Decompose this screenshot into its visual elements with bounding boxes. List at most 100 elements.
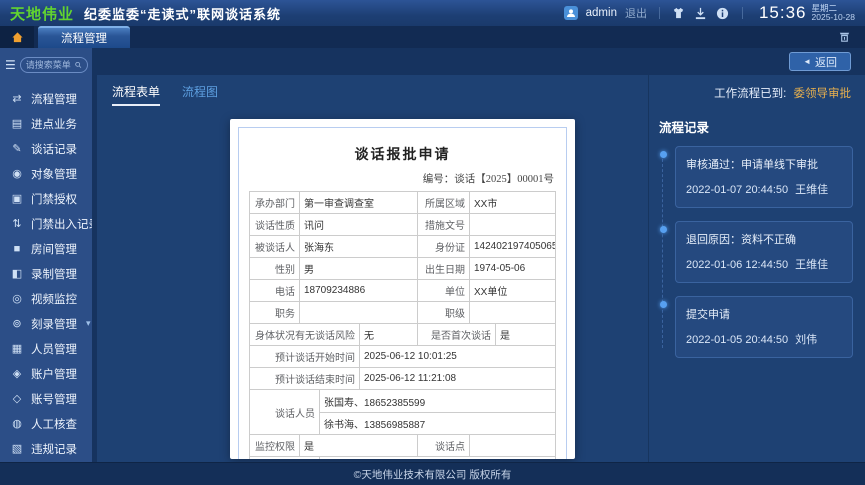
entry-business-icon: ▤ — [10, 117, 24, 130]
form-row — [250, 457, 556, 459]
form-field-value: 张海东 — [300, 236, 418, 258]
form-field-label: 单位 — [418, 280, 470, 302]
form-field-value: 徐书海、13856985887 — [320, 412, 555, 434]
personnel-manage-icon: ▦ — [10, 342, 24, 355]
info-icon[interactable] — [716, 6, 730, 20]
form-field-label: 谈话性质 — [250, 214, 300, 236]
form-row: 被谈话人张海东身份证142402197405065122 — [250, 236, 556, 258]
sidebar-item-account-manage[interactable]: ◈账户管理 — [0, 361, 92, 386]
form-field-value: 男 — [300, 258, 418, 280]
sidebar-item-label: 流程管理 — [31, 91, 77, 107]
sidebar-item-subject-manage[interactable]: ◉对象管理 — [0, 161, 92, 186]
system-title: 纪委监委“走读式”联网谈话系统 — [84, 4, 281, 23]
sidebar-item-label: 账号管理 — [31, 391, 77, 407]
download-icon[interactable] — [694, 6, 708, 20]
sidebar-item-access-log[interactable]: ⇅门禁出入记录 — [0, 211, 92, 236]
logout-button[interactable]: 退出 — [625, 5, 647, 21]
sidebar-item-label: 刻录管理 — [31, 316, 77, 332]
records-column: 工作流程已到: 委领导审批 流程记录 审核通过：申请单线下审批2022-01-0… — [648, 75, 865, 462]
form-field-value — [470, 435, 556, 457]
header-divider — [742, 7, 743, 19]
form-field-label: 监控权限 — [250, 435, 300, 457]
sidebar-item-violation-record[interactable]: ▧违规记录 — [0, 436, 92, 461]
workflow-status-value: 委领导审批 — [794, 88, 852, 100]
form-field-label: 职级 — [418, 302, 470, 324]
workflow-status-label: 工作流程已到: — [714, 88, 786, 100]
record-text: 提交申请 — [686, 306, 842, 322]
record-meta: 2022-01-06 12:44:50王维佳 — [686, 256, 842, 272]
form-row: 性别男出生日期1974-05-06 — [250, 258, 556, 280]
form-field-value — [320, 457, 556, 459]
form-field-value — [300, 302, 418, 324]
form-field-label: 职务 — [250, 302, 300, 324]
form-field-value: 张国寿、18652385599 — [320, 390, 555, 412]
access-log-icon: ⇅ — [10, 217, 24, 230]
form-field-label: 所属区域 — [418, 192, 470, 214]
back-button[interactable]: ◄ 返回 — [789, 52, 851, 71]
sidebar-item-label: 人员管理 — [31, 341, 77, 357]
sidebar-item-label: 人工核查 — [31, 416, 77, 432]
interview-record-icon: ✎ — [10, 142, 24, 155]
manual-check-icon: ◍ — [10, 417, 24, 430]
record-meta: 2022-01-07 20:44:50 王维佳 — [686, 181, 842, 197]
approval-form-frame: 谈话报批申请 编号：谈话【2025】00001号 承办部门第一审查调查室所属区域… — [238, 127, 567, 459]
form-row: 谈话性质讯问措施文号 — [250, 214, 556, 236]
sidebar-item-workflow[interactable]: ⇄流程管理 — [0, 86, 92, 111]
clock: 15:36 星期二 2025-10-28 — [759, 3, 855, 23]
form-row: 电话18709234886单位XX单位 — [250, 280, 556, 302]
sidebar-item-room-manage[interactable]: ■ 房间管理 — [0, 236, 92, 261]
sidebar-item-username-manage[interactable]: ◇账号管理 — [0, 386, 92, 411]
room-manage-icon: ■ — [10, 243, 24, 255]
clock-time: 15:36 — [759, 3, 807, 23]
record-card: 审核通过：申请单线下审批2022-01-07 20:44:50王维佳 — [675, 146, 853, 208]
sidebar-item-video-monitor[interactable]: ◎视频监控 — [0, 286, 92, 311]
menu-search-box — [20, 57, 88, 73]
recording-manage-icon: ◧ — [10, 267, 24, 280]
sidebar-item-label: 进点业务 — [31, 116, 77, 132]
sidebar-item-personnel-manage[interactable]: ▦ 人员管理 — [0, 336, 92, 361]
form-field-value: 是 — [300, 435, 418, 457]
menu-search-input[interactable] — [26, 60, 73, 70]
form-field-label: 被谈话人 — [250, 236, 300, 258]
form-field-label: 出生日期 — [418, 258, 470, 280]
theme-skin-icon[interactable] — [672, 6, 686, 20]
content-panel: 流程表单 流程图 谈话报批申请 编号：谈话【2025】00001号 承办部门第一… — [97, 75, 865, 462]
form-field-label: 是否首次谈话 — [418, 324, 496, 346]
form-field-value: 张国寿、18652385599徐书海、13856985887 — [320, 390, 556, 435]
record-user: 王维佳 — [795, 184, 828, 196]
back-arrow-icon: ◄ — [803, 57, 811, 66]
sidebar-item-manual-check[interactable]: ◍ 人工核查 — [0, 411, 92, 436]
record-time: 2022-01-07 20:44:50 — [686, 184, 788, 196]
form-field-label: 预计谈话结束时间 — [250, 368, 360, 390]
account-manage-icon: ◈ — [10, 367, 24, 380]
form-field-label: 承办部门 — [250, 192, 300, 214]
sidebar-item-recording-manage[interactable]: ◧录制管理 — [0, 261, 92, 286]
form-field-value: 第一审查调查室 — [300, 192, 418, 214]
sidebar-item-entry-business[interactable]: ▤ 进点业务 — [0, 111, 92, 136]
sidebar-item-interview-record[interactable]: ✎谈话记录 — [0, 136, 92, 161]
collapse-menu-icon[interactable]: ☰ — [5, 59, 16, 71]
sidebar-item-label: 门禁授权 — [31, 191, 77, 207]
main-area: ◄ 返回 流程表单 流程图 谈话报批申请 编号：谈话【2025】00001号 承… — [92, 48, 865, 462]
form-field-value: 142402197405065122 — [470, 236, 556, 258]
form-field-label: 身体状况有无谈话风险 — [250, 324, 360, 346]
sidebar-item-label: 房间管理 — [31, 241, 77, 257]
form-field-value: 1974-05-06 — [470, 258, 556, 280]
tab-process-management[interactable]: 流程管理 — [38, 26, 130, 48]
home-icon[interactable] — [0, 26, 34, 48]
sidebar-item-label: 门禁出入记录 — [31, 216, 100, 232]
violation-record-icon: ▧ — [10, 442, 24, 455]
form-field-value: 2025-06-12 11:21:08 — [360, 368, 556, 390]
record-card: 退回原因：资料不正确 2022-01-06 12:44:50王维佳 — [675, 221, 853, 283]
sidebar-item-disc-burn[interactable]: ⊚刻录管理▾ — [0, 311, 92, 336]
chevron-down-icon: ▾ — [86, 318, 91, 329]
clear-tabs-icon[interactable] — [838, 30, 851, 43]
tab-process-diagram[interactable]: 流程图 — [182, 83, 218, 104]
sidebar-item-label: 视频监控 — [31, 291, 77, 307]
record-text: 退回原因：资料不正确 — [686, 231, 842, 247]
form-field-label — [250, 457, 320, 459]
sidebar-item-access-auth[interactable]: ▣门禁授权 — [0, 186, 92, 211]
username-label: admin — [586, 7, 617, 19]
form-field-value — [470, 214, 556, 236]
tab-process-form[interactable]: 流程表单 — [112, 83, 160, 106]
